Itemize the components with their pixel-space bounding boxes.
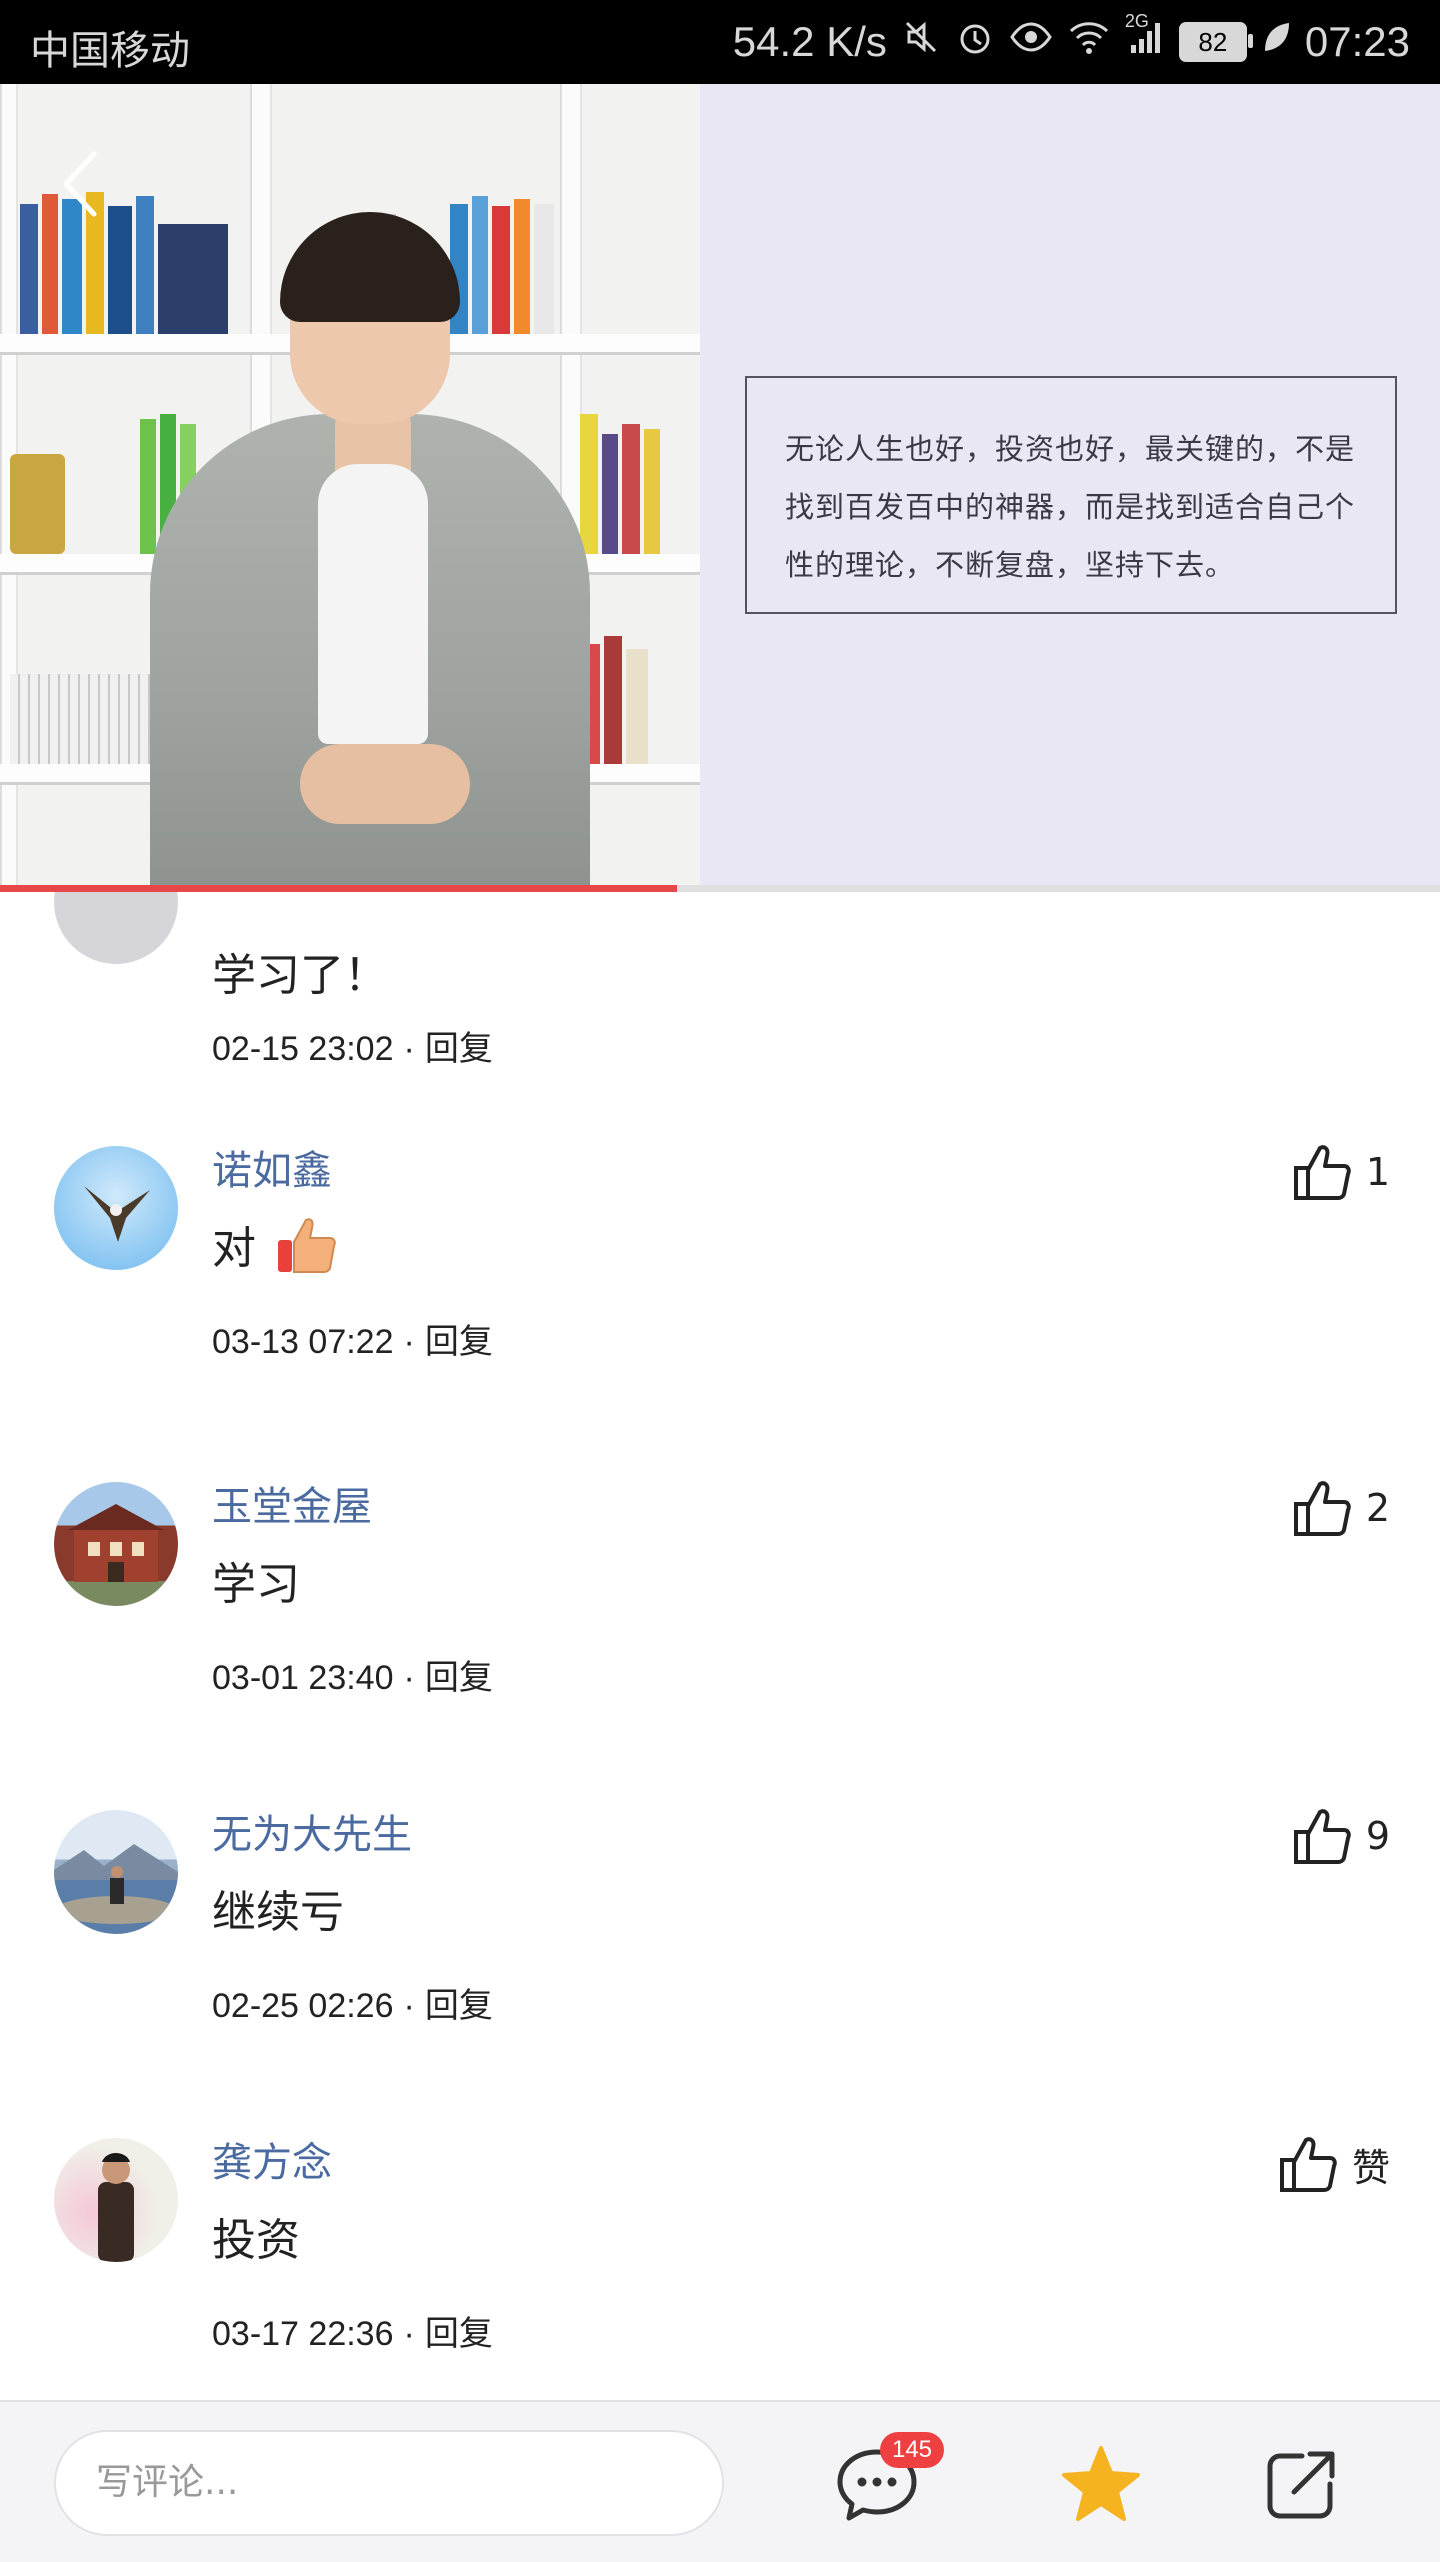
avatar[interactable] [54,1146,178,1270]
battery-level: 82 [1198,26,1228,57]
video-player[interactable]: 无论人生也好，投资也好，最关键的，不是找到百发百中的神器，而是找到适合自己个性的… [0,84,1440,886]
network-speed: 54.2 K/s [732,18,887,65]
comment-item: 诺如鑫 对 03-13 07:22 · 回复 1 [0,1112,1440,1442]
favorite-button[interactable] [1058,2442,1144,2528]
comment-item: 无为大先生 继续亏 02-25 02:26 · 回复 9 [0,1776,1440,2106]
comment-meta: 03-13 07:22 · 回复 [212,1323,493,1361]
wifi-icon [1067,17,1111,67]
share-button[interactable] [1258,2442,1344,2528]
username[interactable]: 龚方念 [212,2130,332,2188]
thumbs-up-icon [1293,1481,1351,1536]
username[interactable]: 无为大先生 [212,1802,412,1860]
video-progress-fill [0,885,677,892]
status-indicators: 54.2 K/s 2G 82 07:23 [732,11,1410,68]
comment-input[interactable]: 写评论... [54,2430,724,2536]
carrier-name: 中国移动 [30,29,190,73]
comment-time: 03-01 23:40 [212,1659,394,1697]
comment-meta: 02-25 02:26 · 回复 [212,1987,493,2025]
alarm-icon [955,17,995,67]
comment-text: 继续亏 [212,1887,344,1938]
star-icon [1062,2446,1140,2521]
video-quote: 无论人生也好，投资也好，最关键的，不是找到百发百中的神器，而是找到适合自己个性的… [745,376,1397,614]
reply-button[interactable]: 回复 [425,1323,493,1361]
comment-count-badge: 145 [880,2432,944,2468]
reply-button[interactable]: 回复 [425,1659,493,1697]
avatar[interactable] [54,1482,178,1606]
reply-button[interactable]: 回复 [425,1030,493,1068]
like-button[interactable]: 赞 [1276,2132,1390,2196]
mute-icon [901,17,941,67]
eagle-avatar-image [84,1186,150,1242]
comment-meta: 02-15 23:02 · 回复 [212,1030,493,1068]
avatar[interactable] [54,2138,178,2262]
building-avatar-image [68,1504,164,1582]
comment-item: 龚方念 投资 03-17 22:36 · 回复 赞 [0,2104,1440,2400]
comment-item: 学习了！ 02-15 23:02 · 回复 [0,892,1440,1122]
back-button[interactable] [52,144,112,224]
avatar[interactable] [54,1810,178,1934]
like-count: 9 [1365,1814,1390,1858]
comment-meta: 03-01 23:40 · 回复 [212,1659,493,1697]
lake-avatar-image [54,1844,178,1924]
comment-list[interactable]: 学习了！ 02-15 23:02 · 回复 诺如鑫 对 03-13 07:22 · 回复… [0,892,1440,2400]
leaf-icon [1261,17,1291,67]
comment-time: 03-13 07:22 [212,1323,394,1361]
status-bar: 中国移动 54.2 K/s 2G 82 07:23 [0,0,1440,84]
comment-meta: 03-17 22:36 · 回复 [212,2315,493,2353]
battery-icon: 82 [1178,22,1253,62]
clock: 07:23 [1304,18,1410,65]
like-count: 2 [1365,1486,1390,1530]
signal-icon: 2G [1125,11,1165,67]
comment-text: 投资 [212,2215,300,2266]
like-button[interactable]: 2 [1290,1476,1390,1540]
like-count: 1 [1365,1150,1390,1194]
comment-text: 对 [212,1212,338,1276]
comment-item: 玉堂金屋 学习 03-01 23:40 · 回复 2 [0,1448,1440,1778]
comment-text: 学习了！ [212,950,388,1001]
like-button[interactable]: 1 [1290,1140,1390,1204]
comment-time: 02-25 02:26 [212,1987,394,2025]
video-progress-bar[interactable] [0,885,1440,892]
comment-text: 学习 [212,1559,300,1610]
like-label: 赞 [1351,2145,1390,2190]
share-icon [1267,2451,1335,2519]
username[interactable]: 玉堂金屋 [212,1474,372,1532]
avatar[interactable] [54,892,178,964]
thumbs-up-icon [1279,2137,1337,2192]
like-button[interactable]: 9 [1290,1804,1390,1868]
comment-time: 03-17 22:36 [212,2315,394,2353]
person-avatar-image [98,2153,134,2262]
bottom-action-bar: 写评论... 145 [0,2400,1440,2562]
thumbs-up-icon [1293,1145,1351,1200]
username[interactable]: 诺如鑫 [212,1138,332,1196]
thumbs-up-icon [1293,1809,1351,1864]
thumbs-up-emoji-icon [278,1218,336,1273]
eye-icon [1009,17,1053,67]
comment-time: 02-15 23:02 [212,1030,394,1068]
network-type: 2G [1124,11,1149,31]
reply-button[interactable]: 回复 [425,2315,493,2353]
reply-button[interactable]: 回复 [425,1987,493,2025]
chevron-left-icon [63,151,97,217]
